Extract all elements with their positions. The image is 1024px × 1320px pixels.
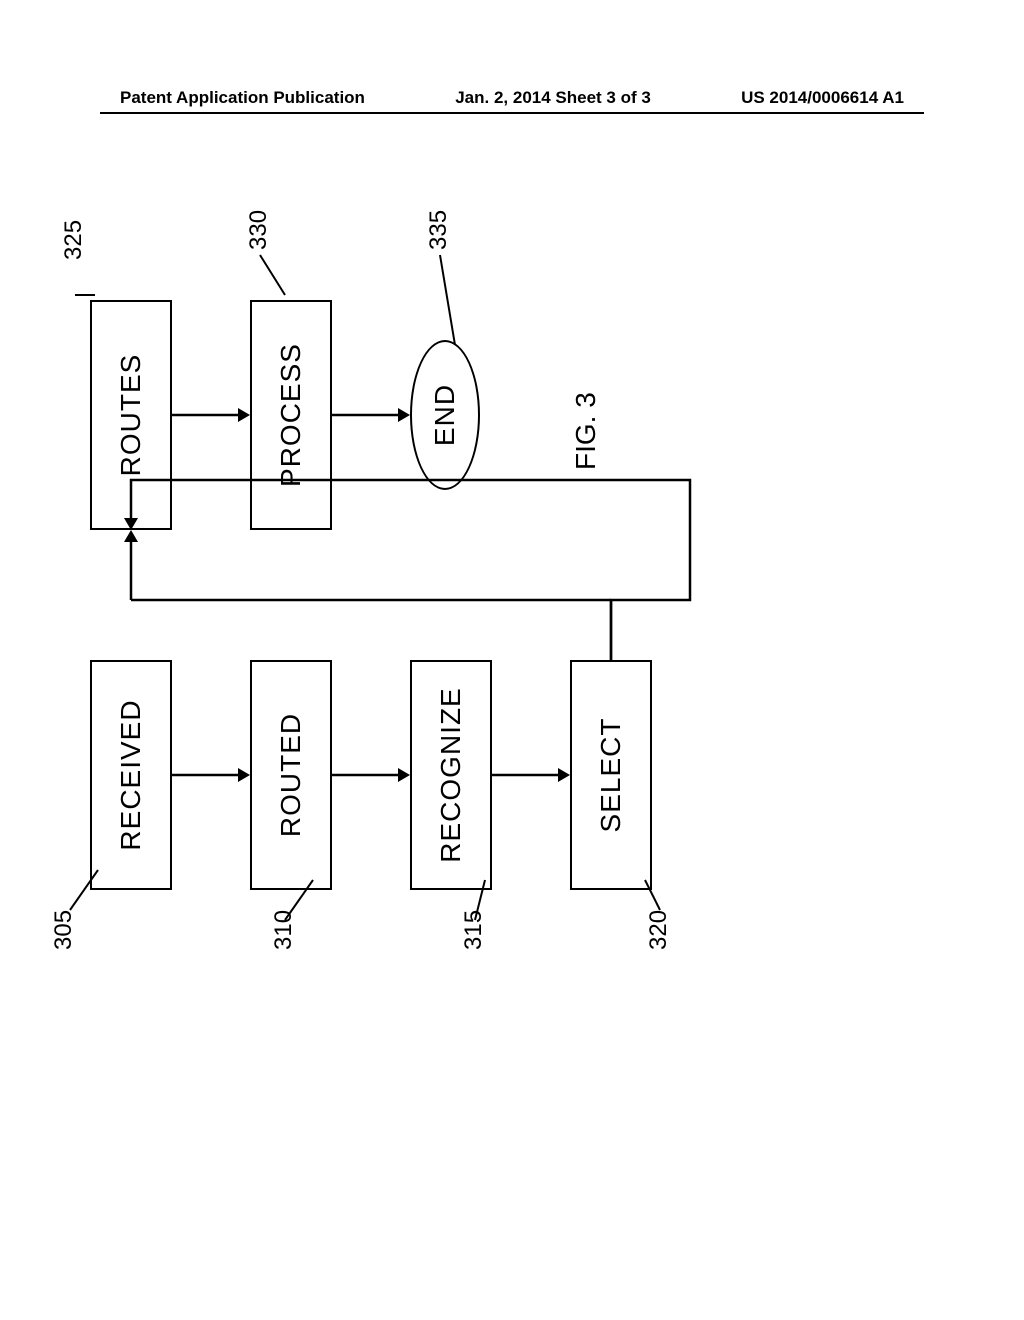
leader-325 (75, 255, 105, 295)
leader-315 (475, 860, 515, 920)
figure-label: FIG. 3 (570, 392, 602, 470)
header-center: Jan. 2, 2014 Sheet 3 of 3 (455, 88, 651, 108)
header-right: US 2014/0006614 A1 (741, 88, 904, 108)
leader-310 (285, 860, 325, 920)
ref-305: 305 (50, 910, 78, 950)
ref-330: 330 (245, 210, 273, 250)
leader-330 (260, 245, 290, 295)
arrow-330-335 (332, 405, 412, 425)
connector-select-to-routes (90, 500, 670, 660)
leader-320 (645, 850, 685, 910)
page-header: Patent Application Publication Jan. 2, 2… (120, 88, 904, 108)
leader-335 (440, 245, 470, 345)
header-rule (100, 112, 924, 114)
flowchart: RECEIVED 305 ROUTED 310 RECOGNIZE 315 SE… (90, 350, 830, 910)
header-left: Patent Application Publication (120, 88, 365, 108)
ref-320: 320 (645, 910, 673, 950)
leader-305 (70, 850, 110, 910)
arrow-325-330 (172, 405, 252, 425)
ref-325: 325 (60, 220, 88, 260)
ref-335: 335 (425, 210, 453, 250)
